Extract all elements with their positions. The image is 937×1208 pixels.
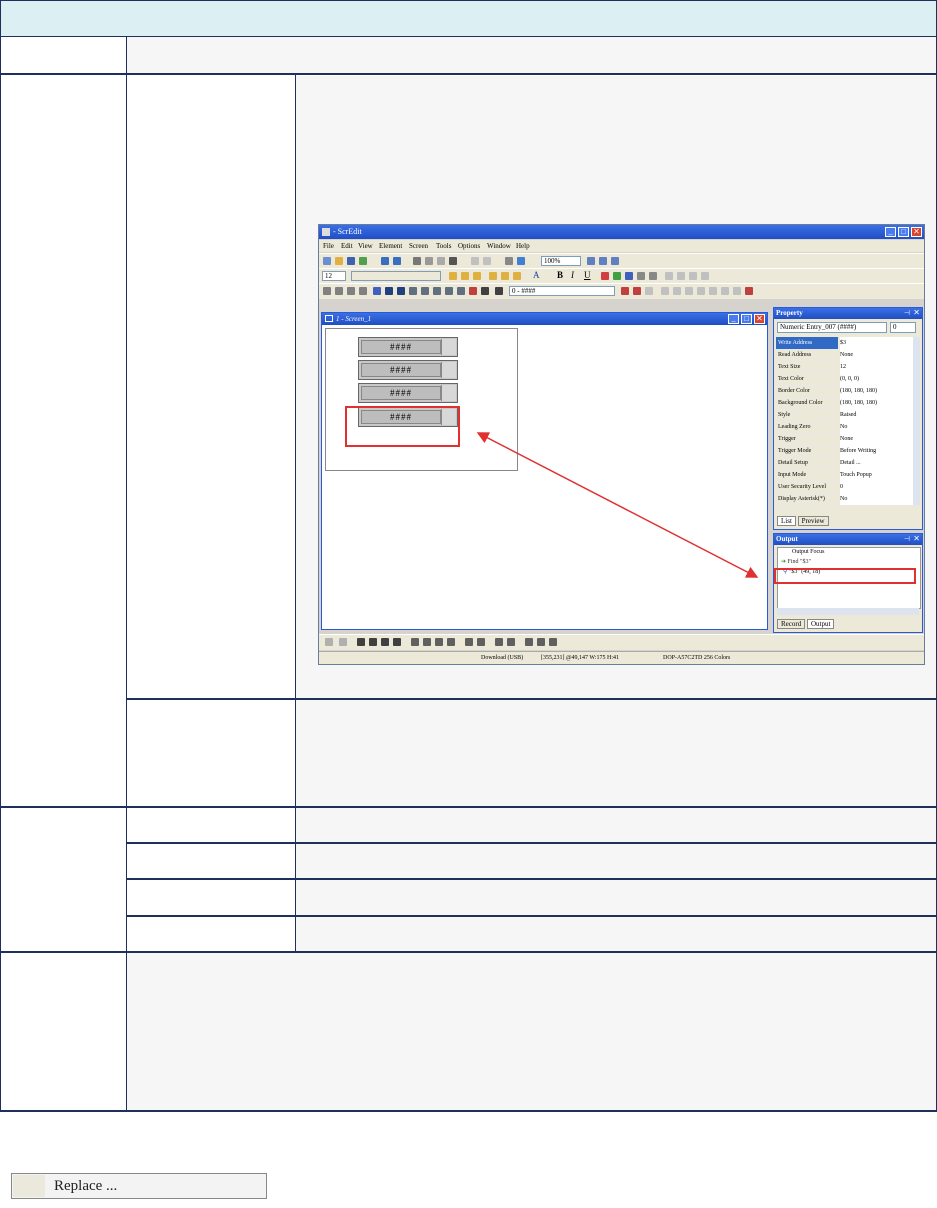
table-header-row bbox=[0, 0, 937, 37]
property-key: Trigger Mode bbox=[778, 448, 812, 454]
divider bbox=[0, 951, 937, 953]
property-value[interactable]: (180, 180, 180) bbox=[840, 397, 913, 409]
align-icon[interactable] bbox=[447, 638, 455, 646]
content-cell-row-c bbox=[296, 880, 937, 915]
property-key: Trigger bbox=[778, 436, 796, 442]
content-cell-row-a bbox=[296, 808, 937, 842]
space-icon[interactable] bbox=[495, 638, 503, 646]
content-cell-row-b bbox=[296, 844, 937, 878]
property-key: Leading Zero bbox=[778, 424, 811, 430]
property-key: Border Color bbox=[778, 388, 810, 394]
divider bbox=[127, 878, 937, 880]
property-value[interactable]: Before Writing bbox=[840, 445, 913, 457]
property-key: Display Asterisk(*) bbox=[778, 496, 825, 502]
property-key: User Security Level bbox=[778, 484, 826, 490]
replace-button[interactable]: Replace ... bbox=[11, 1173, 267, 1199]
grid-icon[interactable] bbox=[525, 638, 533, 646]
property-key: Background Color bbox=[778, 400, 823, 406]
property-close-icon[interactable]: ✕ bbox=[913, 308, 920, 317]
property-key: Write Address bbox=[776, 337, 838, 349]
property-value[interactable]: Raised bbox=[840, 409, 913, 421]
screditor-screenshot: - ScrEdit _ □ ✕ File Edit View Element S… bbox=[318, 224, 925, 665]
property-value[interactable]: (180, 180, 180) bbox=[840, 385, 913, 397]
status-coordinates: [355,231] @49,147 W:175 H:41 bbox=[541, 655, 620, 661]
pin-icon[interactable]: ⊣ bbox=[904, 309, 910, 317]
property-key: Input Mode bbox=[778, 472, 807, 478]
size-icon[interactable] bbox=[465, 638, 473, 646]
divider bbox=[0, 806, 937, 808]
layout-icon[interactable] bbox=[339, 638, 347, 646]
divider bbox=[0, 73, 937, 75]
property-key: Style bbox=[778, 412, 791, 418]
property-value[interactable]: Touch Popup bbox=[840, 469, 913, 481]
align-icon[interactable] bbox=[435, 638, 443, 646]
order-icon[interactable] bbox=[369, 638, 377, 646]
layout-toolbar bbox=[319, 634, 924, 650]
output-focus: Output Focus bbox=[792, 549, 825, 555]
property-key: Read Address bbox=[778, 352, 812, 358]
grid-icon[interactable] bbox=[537, 638, 545, 646]
divider bbox=[0, 1110, 937, 1112]
property-value[interactable]: None bbox=[840, 433, 913, 445]
arrow-icon: ➔ bbox=[781, 559, 787, 565]
content-cell-row-d bbox=[296, 917, 937, 951]
order-icon[interactable] bbox=[357, 638, 365, 646]
row-description-cell bbox=[127, 37, 937, 74]
tab-record[interactable]: Record bbox=[777, 619, 806, 629]
order-icon[interactable] bbox=[381, 638, 389, 646]
output-result-highlight bbox=[774, 568, 916, 584]
property-value[interactable]: No bbox=[840, 493, 913, 505]
tab-list[interactable]: List bbox=[777, 516, 796, 526]
property-value[interactable]: 12 bbox=[840, 361, 913, 373]
output-close-icon[interactable]: ✕ bbox=[913, 534, 920, 543]
output-scrollbar[interactable] bbox=[777, 608, 919, 615]
divider bbox=[127, 698, 937, 700]
property-value[interactable]: 0 bbox=[840, 481, 913, 493]
grid-icon[interactable] bbox=[549, 638, 557, 646]
property-key: Text Color bbox=[778, 376, 804, 382]
property-panel: Property ⊣ ✕ Numeric Entry_007 (####) 0 … bbox=[773, 307, 923, 530]
status-bar: Download (USB) [355,231] @49,147 W:175 H… bbox=[319, 651, 924, 664]
space-icon[interactable] bbox=[507, 638, 515, 646]
property-value[interactable]: Detail ... bbox=[840, 457, 913, 469]
divider bbox=[127, 842, 937, 844]
align-icon[interactable] bbox=[423, 638, 431, 646]
content-cell-second bbox=[296, 700, 937, 806]
divider bbox=[126, 37, 127, 1112]
property-key: Text Size bbox=[778, 364, 801, 370]
align-icon[interactable] bbox=[411, 638, 419, 646]
property-value[interactable]: No bbox=[840, 421, 913, 433]
output-tabs: Record Output bbox=[777, 619, 835, 629]
property-row[interactable]: Display Asterisk(*) No bbox=[776, 493, 913, 506]
replace-label: Replace ... bbox=[54, 1178, 118, 1194]
property-tabs: List Preview bbox=[777, 516, 829, 526]
output-find-line: ➔ Find "$3" bbox=[781, 558, 811, 565]
element-selector[interactable]: Numeric Entry_007 (####) bbox=[777, 322, 887, 333]
property-value[interactable]: (0, 0, 0) bbox=[840, 373, 913, 385]
divider bbox=[0, 37, 1, 1112]
output-panel-title: Output bbox=[774, 534, 922, 545]
property-value[interactable]: $3 bbox=[840, 337, 913, 349]
content-cell-bottom bbox=[127, 953, 937, 1110]
divider bbox=[295, 74, 296, 952]
replace-icon bbox=[13, 1175, 45, 1197]
layout-icon[interactable] bbox=[325, 638, 333, 646]
size-icon[interactable] bbox=[477, 638, 485, 646]
property-scrollbar[interactable] bbox=[913, 337, 920, 505]
tab-output[interactable]: Output bbox=[806, 619, 835, 629]
divider bbox=[127, 915, 937, 917]
element-selector-number[interactable]: 0 bbox=[890, 322, 916, 333]
property-value[interactable]: None bbox=[840, 349, 913, 361]
order-icon[interactable] bbox=[393, 638, 401, 646]
output-find-text: Find "$3" bbox=[787, 559, 811, 565]
property-panel-title: Property bbox=[774, 308, 922, 319]
pin-icon[interactable]: ⊣ bbox=[904, 535, 910, 543]
status-model: DOP-A57C2TD 256 Colors bbox=[663, 655, 731, 661]
property-key: Detail Setup bbox=[778, 460, 808, 466]
status-download: Download (USB) bbox=[481, 655, 524, 661]
tab-preview[interactable]: Preview bbox=[797, 516, 829, 526]
